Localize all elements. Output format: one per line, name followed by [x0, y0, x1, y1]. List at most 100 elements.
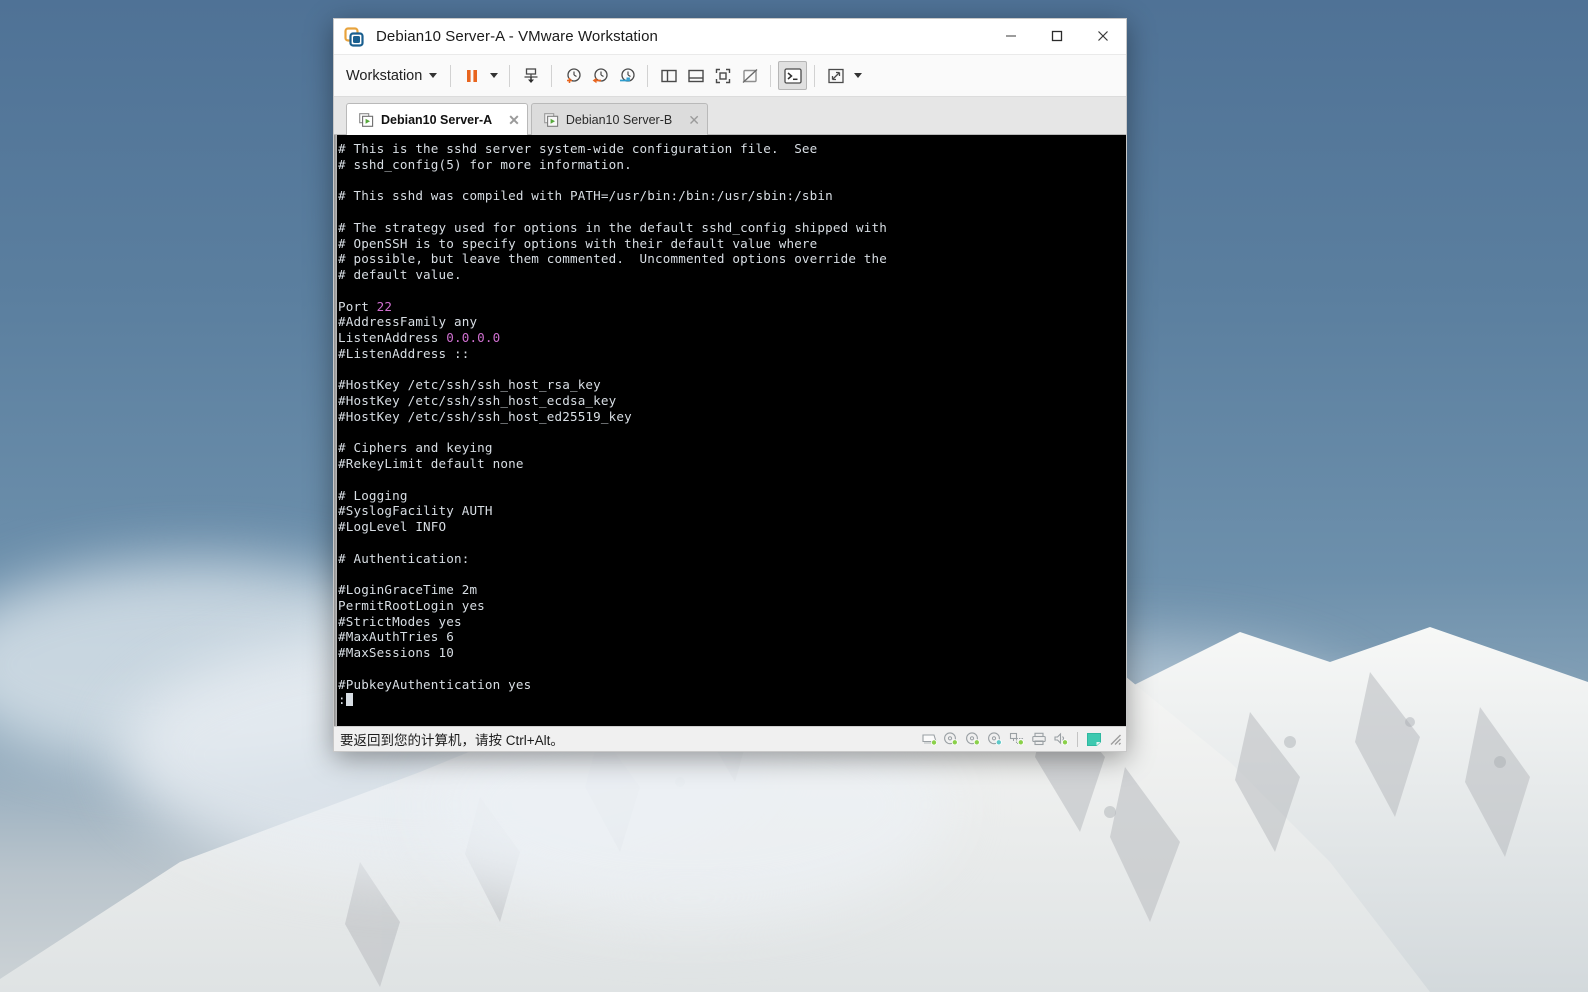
terminal-line: # Authentication: [338, 551, 1126, 567]
terminal-line: Port 22 [338, 299, 1126, 315]
fullscreen-button[interactable] [709, 62, 736, 89]
tab-label: Debian10 Server-B [565, 112, 673, 127]
vm-tab-strip: Debian10 Server-A ✕ Debian10 Server-B ✕ [334, 97, 1126, 135]
vm-guest-console[interactable]: # This is the sshd server system-wide co… [334, 135, 1126, 726]
revert-snapshot-button[interactable] [586, 62, 613, 89]
maximize-button[interactable] [1034, 19, 1080, 53]
cd-dvd-drive-2-icon[interactable] [963, 730, 983, 748]
suspend-dropdown[interactable] [485, 62, 502, 89]
take-snapshot-button[interactable] [559, 62, 586, 89]
stretch-view-button[interactable] [822, 62, 849, 89]
toolbar-divider [647, 64, 649, 87]
workstation-menu-button[interactable]: Workstation [342, 64, 443, 88]
chevron-down-icon [853, 73, 862, 78]
terminal-text: # The strategy used for options in the d… [338, 219, 887, 235]
terminal-line: # sshd_config(5) for more information. [338, 157, 1126, 173]
terminal-line: #LoginGraceTime 2m [338, 582, 1126, 598]
toolbar-divider [509, 64, 511, 87]
terminal-text: # sshd_config(5) for more information. [338, 156, 632, 172]
chevron-down-icon [489, 73, 498, 78]
terminal-text: Port [338, 298, 377, 314]
terminal-value: 22 [376, 298, 393, 314]
terminal-output[interactable]: # This is the sshd server system-wide co… [337, 135, 1126, 726]
terminal-line: # possible, but leave them commented. Un… [338, 251, 1126, 267]
toolbar-divider [551, 64, 553, 87]
workstation-menu-label: Workstation [346, 67, 423, 84]
terminal-text: # possible, but leave them commented. Un… [338, 251, 887, 267]
unity-mode-button[interactable] [736, 62, 763, 89]
terminal-text: #AddressFamily any [338, 314, 478, 330]
vmware-logo-icon [344, 26, 364, 47]
manage-snapshots-button[interactable] [613, 62, 640, 89]
terminal-text: # This sshd was compiled with PATH=/usr/… [338, 188, 833, 204]
terminal-line: #MaxAuthTries 6 [338, 629, 1126, 645]
terminal-line: # The strategy used for options in the d… [338, 220, 1126, 236]
terminal-line: ListenAddress 0.0.0.0 [338, 330, 1126, 346]
cd-dvd-drive-1-icon[interactable] [941, 730, 961, 748]
terminal-line: #ListenAddress :: [338, 346, 1126, 362]
terminal-line: # Ciphers and keying [338, 440, 1126, 456]
toolbar-divider [450, 64, 452, 87]
hard-disk-icon[interactable] [919, 730, 939, 748]
sound-card-icon[interactable] [1051, 730, 1071, 748]
terminal-text: # OpenSSH is to specify options with the… [338, 235, 818, 251]
terminal-cursor [345, 693, 354, 707]
message-log-icon[interactable] [1084, 730, 1104, 748]
tab-debian10-server-b[interactable]: Debian10 Server-B ✕ [530, 103, 708, 135]
terminal-text: #MaxAuthTries 6 [338, 629, 454, 645]
main-toolbar: Workstation [334, 55, 1126, 97]
stretch-dropdown[interactable] [849, 62, 866, 89]
console-view-button[interactable] [778, 61, 808, 90]
close-button[interactable] [1080, 19, 1126, 53]
terminal-line: # Logging [338, 488, 1126, 504]
terminal-line: #MaxSessions 10 [338, 645, 1126, 661]
status-message: 要返回到您的计算机，请按 Ctrl+Alt。 [340, 733, 564, 748]
terminal-text: # Ciphers and keying [338, 440, 493, 456]
resize-grip-icon[interactable] [1108, 732, 1122, 746]
terminal-text: #StrictModes yes [338, 613, 462, 629]
terminal-text: # This is the sshd server system-wide co… [338, 141, 818, 156]
terminal-line: #SyslogFacility AUTH [338, 503, 1126, 519]
minimize-button[interactable] [988, 19, 1034, 53]
terminal-text: #LogLevel INFO [338, 519, 447, 534]
network-adapter-icon[interactable] [1007, 730, 1027, 748]
tab-close-icon[interactable]: ✕ [508, 113, 520, 127]
terminal-text: # Authentication: [338, 550, 470, 566]
terminal-line: #RekeyLimit default none [338, 456, 1126, 472]
terminal-text: #MaxSessions 10 [338, 645, 454, 660]
window-title: Debian10 Server-A - VMware Workstation [376, 28, 658, 45]
terminal-text: #ListenAddress :: [338, 345, 470, 361]
terminal-line: # default value. [338, 267, 1126, 283]
show-left-pane-button[interactable] [655, 62, 682, 89]
tab-close-icon[interactable]: ✕ [688, 113, 700, 127]
terminal-text: # default value. [338, 267, 462, 282]
printer-icon[interactable] [1029, 730, 1049, 748]
terminal-line: #LogLevel INFO [338, 519, 1126, 535]
show-bottom-pane-button[interactable] [682, 62, 709, 89]
cd-dvd-drive-3-icon[interactable] [985, 730, 1005, 748]
terminal-line: #HostKey /etc/ssh/ssh_host_rsa_key [338, 377, 1126, 393]
terminal-line: # This is the sshd server system-wide co… [338, 141, 1126, 157]
terminal-line: : [338, 692, 1126, 708]
power-button[interactable] [517, 62, 544, 89]
tab-debian10-server-a[interactable]: Debian10 Server-A ✕ [346, 103, 528, 135]
suspend-button[interactable] [458, 62, 485, 89]
vm-status-bar: 要返回到您的计算机，请按 Ctrl+Alt。 [334, 726, 1126, 751]
terminal-line: #HostKey /etc/ssh/ssh_host_ecdsa_key [338, 393, 1126, 409]
terminal-text: : [338, 692, 346, 708]
terminal-line: # This sshd was compiled with PATH=/usr/… [338, 188, 1126, 204]
vmware-workstation-window: Debian10 Server-A - VMware Workstation W… [333, 18, 1127, 752]
terminal-text: PermitRootLogin yes [338, 597, 485, 613]
window-titlebar[interactable]: Debian10 Server-A - VMware Workstation [334, 19, 1126, 55]
terminal-line: #PubkeyAuthentication yes [338, 677, 1126, 693]
terminal-text: #RekeyLimit default none [338, 456, 524, 471]
terminal-line: #HostKey /etc/ssh/ssh_host_ed25519_key [338, 409, 1126, 425]
